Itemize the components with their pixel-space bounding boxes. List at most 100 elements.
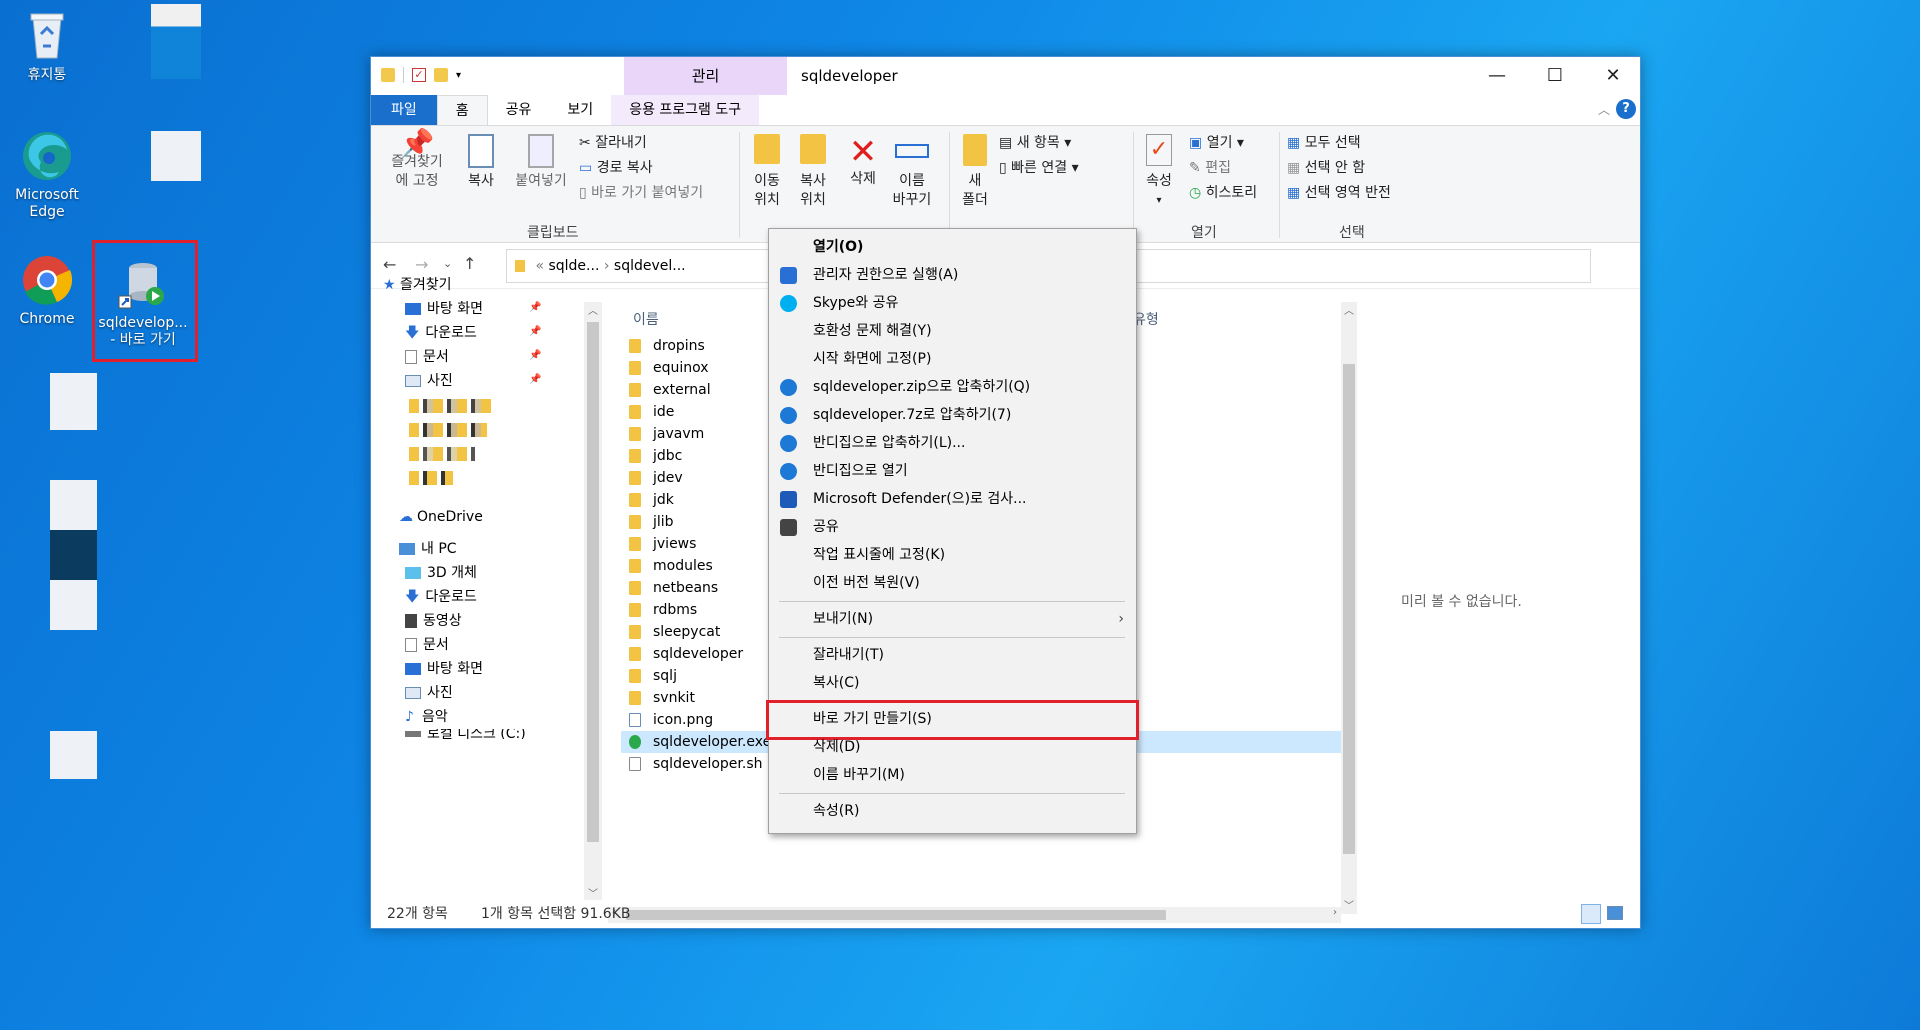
copy-button[interactable]: 복사 bbox=[459, 134, 503, 191]
copy-path-button[interactable]: ▭ 경로 복사 bbox=[579, 158, 653, 178]
nav-desktop[interactable]: 바탕 화면 bbox=[405, 297, 483, 321]
help-icon[interactable]: ? bbox=[1616, 99, 1636, 119]
close-button[interactable]: ✕ bbox=[1584, 57, 1642, 95]
folder-icon bbox=[629, 471, 641, 485]
context-menu-item[interactable]: 이전 버전 복원(V) bbox=[769, 570, 1136, 596]
context-menu-item[interactable]: 이름 바꾸기(M) bbox=[769, 762, 1136, 788]
tab-share[interactable]: 공유 bbox=[488, 95, 550, 125]
nav-desktop-pc[interactable]: 바탕 화면 bbox=[405, 657, 483, 681]
breadcrumb-part2[interactable]: sqldevel... bbox=[614, 258, 686, 274]
defender-icon bbox=[780, 491, 797, 508]
cut-button[interactable]: ✂ 잘라내기 bbox=[579, 133, 647, 153]
column-header-name[interactable]: 이름 bbox=[633, 309, 659, 329]
scroll-thumb[interactable] bbox=[587, 322, 599, 842]
context-menu-item[interactable]: 반디집으로 압축하기(L)... bbox=[769, 430, 1136, 456]
tab-file[interactable]: 파일 bbox=[371, 95, 437, 125]
context-menu-item[interactable]: 공유 bbox=[769, 514, 1136, 540]
new-item-button[interactable]: ▤ 새 항목 ▾ bbox=[999, 133, 1071, 153]
move-to-button[interactable]: 이동 위치 bbox=[745, 134, 789, 210]
desktop-tile bbox=[151, 4, 201, 79]
context-menu-item[interactable]: 보내기(N) › bbox=[769, 606, 1136, 632]
nav-local-disk[interactable]: 로컬 디스크 (C:) bbox=[405, 729, 526, 739]
delete-button[interactable]: ✕ 삭제 bbox=[843, 134, 883, 189]
redacted-folder[interactable] bbox=[409, 447, 475, 461]
nav-music[interactable]: ♪ 음악 bbox=[405, 705, 448, 729]
easy-access-button[interactable]: ▯ 빠른 연결 ▾ bbox=[999, 158, 1079, 178]
nav-downloads[interactable]: 🡇 다운로드 bbox=[405, 321, 477, 345]
context-menu-item[interactable]: 호환성 문제 해결(Y) bbox=[769, 318, 1136, 344]
properties-check-icon[interactable]: ✓ bbox=[412, 68, 426, 82]
minimize-button[interactable]: — bbox=[1468, 57, 1526, 95]
file-name: sqldeveloper.sh bbox=[653, 756, 763, 772]
context-menu-item[interactable]: 시작 화면에 고정(P) bbox=[769, 346, 1136, 372]
customize-dropdown-icon[interactable]: ▾ bbox=[456, 70, 461, 81]
new-folder-icon bbox=[963, 134, 987, 166]
large-icons-view-icon[interactable] bbox=[1607, 906, 1623, 920]
tab-view[interactable]: 보기 bbox=[549, 95, 611, 125]
nav-pictures[interactable]: 사진 bbox=[405, 369, 453, 393]
context-menu-item[interactable]: Skype와 공유 bbox=[769, 290, 1136, 316]
properties-button[interactable]: ✓ 속성 ▾ bbox=[1137, 134, 1181, 210]
nav-pictures-pc[interactable]: 사진 bbox=[405, 681, 453, 705]
context-menu-item[interactable]: 관리자 권한으로 실행(A) bbox=[769, 262, 1136, 288]
context-menu-item[interactable]: sqldeveloper.zip으로 압축하기(Q) bbox=[769, 374, 1136, 400]
open-group-label: 열기 bbox=[1191, 225, 1217, 241]
nav-documents[interactable]: 문서 bbox=[405, 345, 449, 369]
context-menu-item[interactable]: 작업 표시줄에 고정(K) bbox=[769, 542, 1136, 568]
redacted-folder[interactable] bbox=[409, 471, 453, 485]
desktop-tile bbox=[50, 480, 97, 530]
edit-button[interactable]: ✎ 편집 bbox=[1189, 158, 1231, 178]
select-all-button[interactable]: ▦ 모두 선택 bbox=[1287, 133, 1361, 153]
tab-app-tools[interactable]: 응용 프로그램 도구 bbox=[611, 95, 760, 125]
scroll-up-icon[interactable]: ︿ bbox=[1341, 302, 1357, 317]
manage-context-tab[interactable]: 관리 bbox=[624, 57, 787, 95]
open-button[interactable]: ▣ 열기 ▾ bbox=[1189, 133, 1244, 153]
context-menu-item[interactable]: 잘라내기(T) bbox=[769, 642, 1136, 668]
pin-favorites-button[interactable]: 📌 즐겨찾기에 고정 bbox=[379, 130, 455, 191]
history-button[interactable]: ◷ 히스토리 bbox=[1189, 183, 1257, 203]
scroll-up-icon[interactable]: ︿ bbox=[584, 302, 602, 317]
context-menu-item[interactable]: 열기(O) bbox=[769, 234, 1136, 260]
select-none-button[interactable]: ▦ 선택 안 함 bbox=[1287, 158, 1365, 178]
invert-selection-button[interactable]: ▦ 선택 영역 반전 bbox=[1287, 183, 1391, 203]
chevron-right-icon: › bbox=[603, 258, 614, 274]
file-name: jlib bbox=[653, 514, 674, 530]
redacted-folder[interactable] bbox=[409, 399, 495, 413]
context-menu-item[interactable]: 삭제(D) bbox=[769, 734, 1136, 760]
recycle-bin-shortcut[interactable]: 휴지통 bbox=[2, 8, 92, 84]
recycle-bin-label: 휴지통 bbox=[27, 67, 67, 83]
tab-home[interactable]: 홈 bbox=[436, 95, 488, 125]
file-name: rdbms bbox=[653, 602, 698, 618]
chrome-shortcut[interactable]: Chrome bbox=[2, 252, 92, 328]
document-icon bbox=[405, 638, 417, 652]
nav-videos[interactable]: 동영상 bbox=[405, 609, 462, 633]
copy-folder-icon bbox=[800, 134, 826, 164]
scroll-thumb[interactable] bbox=[1343, 364, 1355, 854]
nav-downloads-pc[interactable]: 🡇 다운로드 bbox=[405, 585, 477, 609]
context-menu-item[interactable]: 속성(R) bbox=[769, 798, 1136, 824]
new-folder-button[interactable]: 새 폴더 bbox=[955, 134, 995, 210]
nav-onedrive[interactable]: ☁ OneDrive bbox=[399, 505, 483, 529]
context-menu-item[interactable]: sqldeveloper.7z로 압축하기(7) bbox=[769, 402, 1136, 428]
nav-scrollbar[interactable]: ︿ ﹀ bbox=[584, 302, 602, 900]
paste-button[interactable]: 붙여넣기 bbox=[509, 134, 573, 191]
file-list-scrollbar[interactable]: ︿ ﹀ bbox=[1341, 302, 1357, 914]
redacted-folder[interactable] bbox=[409, 423, 487, 437]
new-folder-icon[interactable] bbox=[434, 68, 448, 82]
collapse-ribbon-icon[interactable]: ︿ bbox=[1598, 101, 1610, 118]
copy-to-button[interactable]: 복사 위치 bbox=[791, 134, 835, 210]
maximize-button[interactable]: ☐ bbox=[1526, 57, 1584, 95]
context-menu-item[interactable]: Microsoft Defender(으)로 검사... bbox=[769, 486, 1136, 512]
nav-documents-pc[interactable]: 문서 bbox=[405, 633, 449, 657]
invert-selection-icon: ▦ bbox=[1287, 185, 1305, 201]
nav-thispc[interactable]: 내 PC bbox=[399, 537, 457, 561]
details-view-icon[interactable] bbox=[1581, 904, 1601, 924]
rename-button[interactable]: 이름 바꾸기 bbox=[889, 134, 935, 210]
paste-shortcut-button[interactable]: ▯ 바로 가기 붙여넣기 bbox=[579, 183, 703, 203]
scroll-down-icon[interactable]: ﹀ bbox=[584, 885, 602, 900]
context-menu-item[interactable]: 반디집으로 열기 bbox=[769, 458, 1136, 484]
nav-3dobjects[interactable]: 3D 개체 bbox=[405, 561, 477, 585]
context-menu-item[interactable]: 복사(C) bbox=[769, 670, 1136, 696]
edge-shortcut[interactable]: Microsoft Edge bbox=[2, 128, 92, 221]
nav-favorites[interactable]: ★ 즐겨찾기 bbox=[383, 273, 452, 297]
